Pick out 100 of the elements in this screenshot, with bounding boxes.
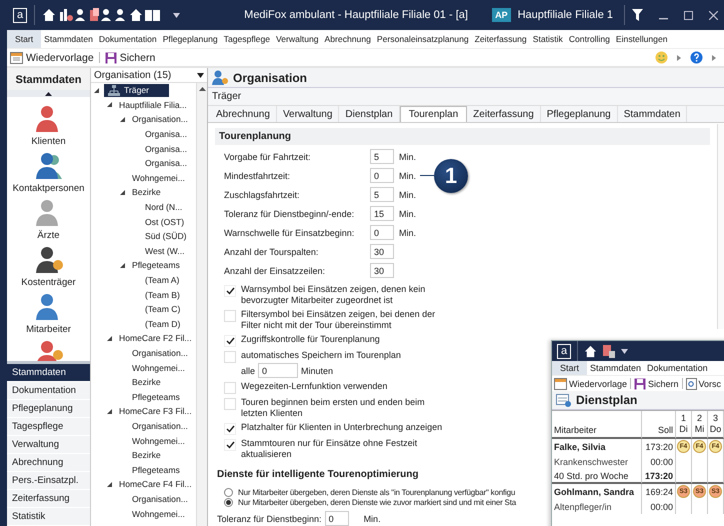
tree-item[interactable]: West (W...	[143, 246, 186, 256]
checkbox-label[interactable]: Zugriffskontrolle für Tourenplanung	[241, 334, 380, 345]
checkbox[interactable]	[224, 439, 236, 451]
tree-item[interactable]: Wohngemei...	[130, 436, 187, 446]
menu-tab[interactable]: Abrechnung	[322, 30, 374, 48]
tree-item[interactable]: Organisation...	[130, 420, 190, 431]
checkbox[interactable]	[224, 398, 236, 410]
radio-button[interactable]	[224, 498, 233, 508]
menu-tab[interactable]: Zeiterfassung	[472, 30, 530, 48]
checkbox-label[interactable]: Stammtouren nur für Einsätze ohne Festzeit aktualisieren	[241, 438, 418, 460]
checkbox[interactable]	[224, 351, 236, 363]
tree-item[interactable]: Pflegeteams	[130, 260, 182, 270]
checkbox-label[interactable]: automatisches Speichern im Tourenplan	[241, 350, 401, 361]
nav-section-item[interactable]: Statistik	[7, 508, 90, 526]
nav-section-item[interactable]: Pflegeplanung	[7, 400, 90, 418]
caret-icon[interactable]	[621, 348, 628, 354]
number-field[interactable]: 0	[370, 225, 394, 240]
tree-item[interactable]: HomeCare F2 Fil...	[117, 333, 194, 344]
tab[interactable]: Verwaltung	[276, 106, 340, 122]
tree-item[interactable]: Organisa...	[143, 129, 190, 140]
checkbox-label[interactable]: Wegezeiten-Lernfunktion verwenden	[241, 381, 388, 392]
nav-section-item[interactable]: Dokumentation	[7, 382, 90, 400]
nav-section-item[interactable]: Verwaltung	[7, 436, 90, 454]
tree-item[interactable]: Wohngemei...	[130, 508, 187, 519]
menu-tab[interactable]: Dokumentation	[644, 361, 711, 375]
menu-tab[interactable]: Verwaltung	[273, 30, 322, 48]
expanded-arrow-icon[interactable]	[107, 482, 112, 487]
caret-icon[interactable]	[173, 12, 180, 18]
tree-item[interactable]: HomeCare F3 Fil...	[117, 406, 194, 416]
tree-item[interactable]: Süd (SÜD)	[143, 231, 189, 242]
arrow-icon[interactable]	[677, 54, 681, 60]
tab[interactable]: Zeiterfassung	[467, 106, 541, 122]
menu-tab[interactable]: Pflegeplanung	[160, 30, 221, 48]
nav-label[interactable]: Ärzte	[37, 230, 60, 241]
tree-item[interactable]: Bezirke	[130, 450, 163, 460]
expanded-arrow-icon[interactable]	[94, 88, 99, 93]
expanded-arrow-icon[interactable]	[120, 116, 125, 122]
scroll-up-icon[interactable]	[198, 87, 206, 91]
resubmission-button[interactable]: Wiedervorlage	[10, 52, 94, 64]
people-icon[interactable]	[34, 152, 64, 180]
menu-tab[interactable]: Tagespflege	[220, 30, 274, 48]
smiley-icon[interactable]	[655, 51, 668, 64]
tree-item[interactable]: (Team B)	[143, 290, 182, 300]
nav-section-item[interactable]: Pers.-Einsatzpl.	[7, 472, 90, 490]
save-button[interactable]: Sichern	[634, 378, 679, 390]
nav-section-item[interactable]: Tagespflege	[7, 418, 90, 436]
nav-label[interactable]: Mitarbeiter	[26, 324, 71, 335]
tree-item[interactable]: (Team A)	[143, 275, 182, 286]
number-field[interactable]: 30	[370, 263, 394, 278]
menu-tab[interactable]: Stammdaten	[41, 30, 96, 48]
preview-button[interactable]: Vorsc	[686, 378, 722, 390]
expanded-arrow-icon[interactable]	[107, 408, 112, 414]
tree-item[interactable]: HomeCare F4 Fil...	[117, 479, 194, 490]
tree-item[interactable]: Organisa...	[143, 158, 190, 168]
checkbox-label[interactable]: Filtersymbol bei Einsätzen zeigen, bei denen der Filter nicht mit der Tour übereinstimmt	[241, 309, 436, 331]
tree-item[interactable]: Organisation...	[130, 494, 190, 504]
checkbox[interactable]	[224, 335, 236, 347]
radio-label[interactable]: Nur Mitarbeiter übergeben, deren Dienste als "in Tourenplanung verfügbar" konfigu	[238, 488, 516, 497]
expanded-arrow-icon[interactable]	[107, 102, 112, 108]
checkbox-label[interactable]: Platzhalter für Klienten in Unterbrechung anzeigen	[241, 422, 442, 433]
expanded-arrow-icon[interactable]	[107, 336, 112, 341]
tree-item[interactable]: Ost (OST)	[143, 216, 186, 227]
expanded-arrow-icon[interactable]	[120, 190, 125, 195]
person-coin-icon[interactable]	[34, 246, 64, 274]
app-logo[interactable]: a	[557, 344, 571, 358]
menu-tab[interactable]: Dokumentation	[96, 30, 160, 48]
tree-item[interactable]: Wohngemei...	[130, 172, 187, 183]
number-field[interactable]: 0	[370, 168, 394, 183]
checkbox[interactable]	[224, 310, 236, 322]
tree-item[interactable]: Organisation...	[130, 348, 190, 358]
number-field[interactable]: 30	[370, 244, 394, 259]
app-logo[interactable]: a	[13, 8, 27, 22]
nav-label[interactable]: Klienten	[31, 136, 66, 147]
menu-tab[interactable]: Einstellungen	[612, 30, 671, 48]
menu-tab[interactable]: Personaleinsatzplanung	[374, 30, 472, 48]
nav-section-item[interactable]: Abrechnung	[7, 454, 90, 472]
checkbox-label[interactable]: Warnsymbol bei Einsätzen zeigen, denen kein bevorzugter Mitarbeiter zugeordnet ist	[241, 284, 426, 306]
menu-tab[interactable]: Statistik	[530, 30, 566, 48]
arrow-icon[interactable]	[712, 54, 716, 60]
tree-item[interactable]: Bezirke	[130, 377, 163, 388]
resubmission-button[interactable]: Wiedervorlage	[554, 378, 628, 390]
save-button[interactable]: Sichern	[104, 52, 156, 64]
number-field[interactable]: 5	[370, 149, 394, 164]
menu-tab[interactable]: Controlling	[566, 30, 613, 48]
radio-button[interactable]	[224, 488, 233, 497]
checkbox[interactable]	[224, 285, 236, 297]
menu-tab[interactable]: Stammdaten	[587, 361, 644, 375]
tree-item[interactable]: Organisation...	[130, 114, 190, 124]
nav-section-item[interactable]: Zeiterfassung	[7, 490, 90, 508]
tree-item[interactable]: Wohngemei...	[130, 362, 187, 373]
tree-item[interactable]: (Team D)	[143, 318, 182, 329]
nav-section-item[interactable]: Stammdaten	[7, 364, 90, 382]
expanded-arrow-icon[interactable]	[120, 262, 125, 268]
menu-tab[interactable]: Start	[7, 30, 42, 48]
tree-item[interactable]: Pflegeteams	[130, 392, 182, 402]
home-icon[interactable]	[584, 344, 597, 358]
nav-label[interactable]: Kontaktpersonen	[12, 183, 84, 194]
menu-tab[interactable]: Start	[552, 361, 588, 375]
tree-item[interactable]: Organisa...	[143, 144, 190, 154]
checkbox[interactable]	[224, 423, 236, 435]
